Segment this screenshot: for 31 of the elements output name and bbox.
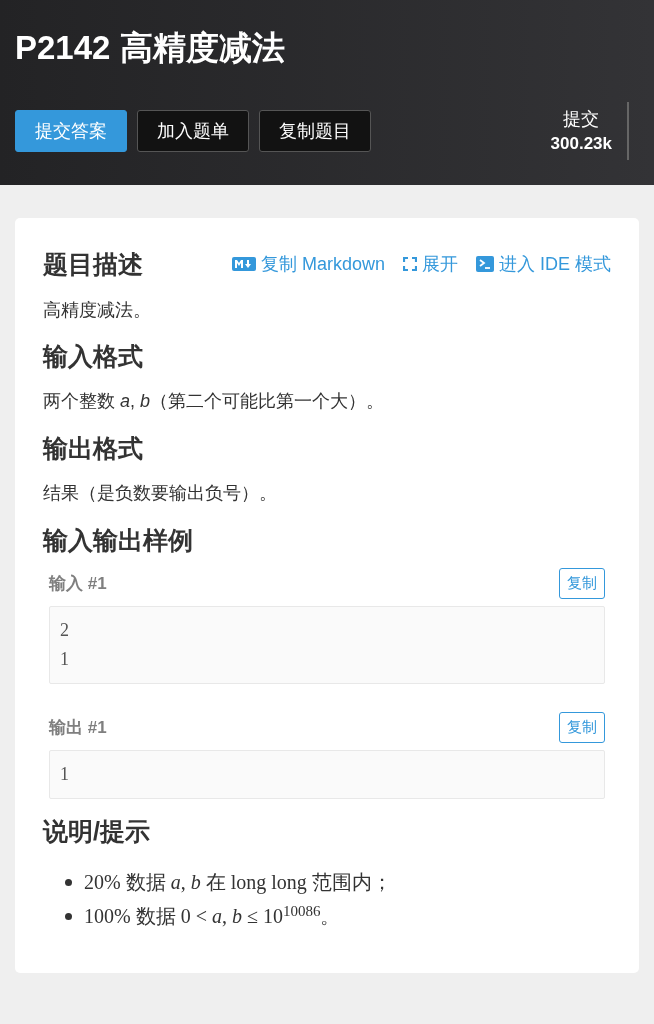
expand-icon — [403, 257, 417, 271]
sample-line: 1 — [60, 648, 69, 671]
description-text: 高精度减法。 — [43, 299, 152, 322]
copy-button[interactable]: 复制 — [559, 568, 605, 599]
sample-label: 输入 #1 — [49, 572, 107, 595]
action-button[interactable]: 加入题单 — [137, 110, 249, 152]
sample-line: 1 — [60, 763, 69, 786]
section-text: 结果（是负数要输出负号）。 — [43, 482, 278, 505]
sample-label: 输出 #1 — [49, 716, 107, 739]
markdown-icon — [231, 257, 256, 271]
bullet-icon — [65, 878, 72, 886]
toolbar-link[interactable]: 进入 IDE 模式 — [476, 250, 611, 278]
stat-label: 提交 — [563, 108, 600, 131]
toolbar-link[interactable]: 展开 — [403, 250, 458, 278]
terminal-icon — [476, 256, 494, 272]
problem-title: P2142 高精度减法 — [15, 28, 285, 68]
list-item-text: 20% 数据 a, b 在 long long 范围内； — [84, 870, 392, 896]
action-button[interactable]: 提交答案 — [15, 110, 127, 152]
action-button[interactable]: 复制题目 — [259, 110, 371, 152]
sample-line: 2 — [60, 619, 69, 642]
section-title: 输出格式 — [43, 433, 144, 464]
list-item-text: 100% 数据 0 < a, b ≤ 10$^{10086}$。 — [84, 901, 341, 929]
stat-value: 300.23k — [550, 133, 612, 155]
copy-button[interactable]: 复制 — [559, 712, 605, 743]
bullet-icon — [65, 912, 72, 920]
toolbar-link[interactable]: 复制 Markdown — [231, 250, 385, 278]
section-title: 输入格式 — [43, 341, 144, 372]
section-text: 两个整数 a, b（第二个可能比第一个大）。 — [43, 390, 386, 413]
section-title: 输入输出样例 — [43, 525, 194, 556]
section-title: 说明/提示 — [43, 816, 151, 847]
section-title: 题目描述 — [43, 249, 143, 280]
